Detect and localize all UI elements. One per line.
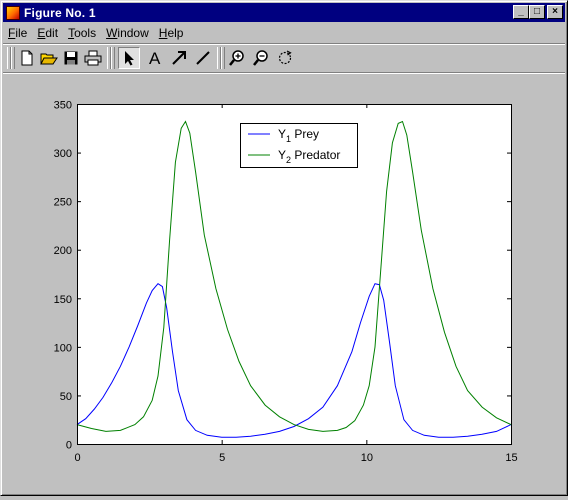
x-tick-label: 0 [74, 452, 80, 464]
menu-help[interactable]: Help [154, 26, 189, 40]
legend-label-suffix: Predator [291, 148, 340, 162]
insert-text-icon: A [149, 50, 161, 66]
toolbar-separator [3, 72, 565, 74]
x-tick-label: 15 [505, 452, 517, 464]
menu-bar: File Edit Tools Window Help [3, 24, 565, 42]
plot-area: 0 5 10 15 0 50 100 150 200 250 300 350 Y1 Prey Y2 Pr… [1, 76, 567, 495]
menu-tools[interactable]: Tools [63, 26, 101, 40]
toolbar: A [3, 45, 565, 71]
print-button[interactable] [82, 47, 104, 69]
insert-text-glyph: A [149, 50, 161, 66]
select-arrow-icon [125, 51, 134, 66]
menu-edit-label: dit [45, 26, 59, 40]
insert-line-icon [196, 51, 210, 65]
window-controls: _ □ × [513, 5, 563, 19]
x-tick-label: 10 [361, 452, 373, 464]
toolbar-grip[interactable] [11, 47, 15, 69]
rotate-button[interactable] [274, 47, 296, 69]
legend-label-suffix: Prey [291, 127, 319, 141]
insert-text-button[interactable]: A [144, 47, 166, 69]
y-tick-label: 0 [66, 440, 72, 452]
minimize-button[interactable]: _ [513, 5, 529, 19]
print-icon [84, 50, 102, 66]
insert-arrow-button[interactable] [168, 47, 190, 69]
menu-file-label: ile [15, 26, 28, 40]
window-title: Figure No. 1 [24, 5, 96, 20]
zoom-in-icon [229, 50, 244, 66]
y-tick-label: 350 [54, 100, 72, 112]
matlab-logo-icon[interactable] [6, 5, 20, 20]
select-tool-button[interactable] [118, 47, 140, 69]
menu-edit[interactable]: Edit [32, 26, 63, 40]
menu-file[interactable]: File [3, 26, 32, 40]
open-folder-icon [40, 53, 58, 65]
y-tick-label: 50 [60, 391, 72, 403]
y-tick-label: 150 [54, 294, 72, 306]
y-tick-label: 250 [54, 197, 72, 209]
open-button[interactable] [38, 47, 60, 69]
y-tick-label: 300 [54, 148, 72, 160]
toolbar-grip[interactable] [221, 47, 225, 69]
zoom-in-button[interactable] [226, 47, 248, 69]
menu-window[interactable]: Window [101, 26, 154, 40]
x-tick-label: 5 [219, 452, 225, 464]
menu-window-accel: W [106, 26, 118, 40]
y-tick-label: 100 [54, 342, 72, 354]
maximize-button[interactable]: □ [529, 5, 545, 19]
insert-line-button[interactable] [192, 47, 214, 69]
menu-help-label: elp [167, 26, 184, 40]
legend[interactable]: Y1 PreyY2 Predator [240, 123, 358, 168]
zoom-out-button[interactable] [250, 47, 272, 69]
predator-prey-chart[interactable]: 0 5 10 15050100150200250300350 Y1 PreyY2 Pr… [1, 76, 567, 495]
legend-label-base: Y [278, 127, 286, 141]
zoom-out-icon [253, 50, 268, 66]
y-tick-label: 200 [54, 245, 72, 257]
toolbar-grip[interactable] [111, 47, 115, 69]
menu-window-label: indow [117, 26, 149, 40]
close-button[interactable]: × [547, 5, 563, 19]
insert-arrow-icon [172, 51, 186, 65]
save-button[interactable] [60, 47, 82, 69]
legend-label-base: Y [278, 148, 286, 162]
save-icon [64, 51, 78, 65]
menu-tools-label: ools [74, 26, 97, 40]
figure-window: Figure No. 1 _ □ × File Edit Tools Windo… [0, 0, 568, 496]
rotate-icon [278, 50, 292, 65]
new-file-button[interactable] [16, 47, 38, 69]
new-file-icon [21, 50, 33, 66]
title-bar[interactable]: Figure No. 1 _ □ × [3, 3, 565, 22]
